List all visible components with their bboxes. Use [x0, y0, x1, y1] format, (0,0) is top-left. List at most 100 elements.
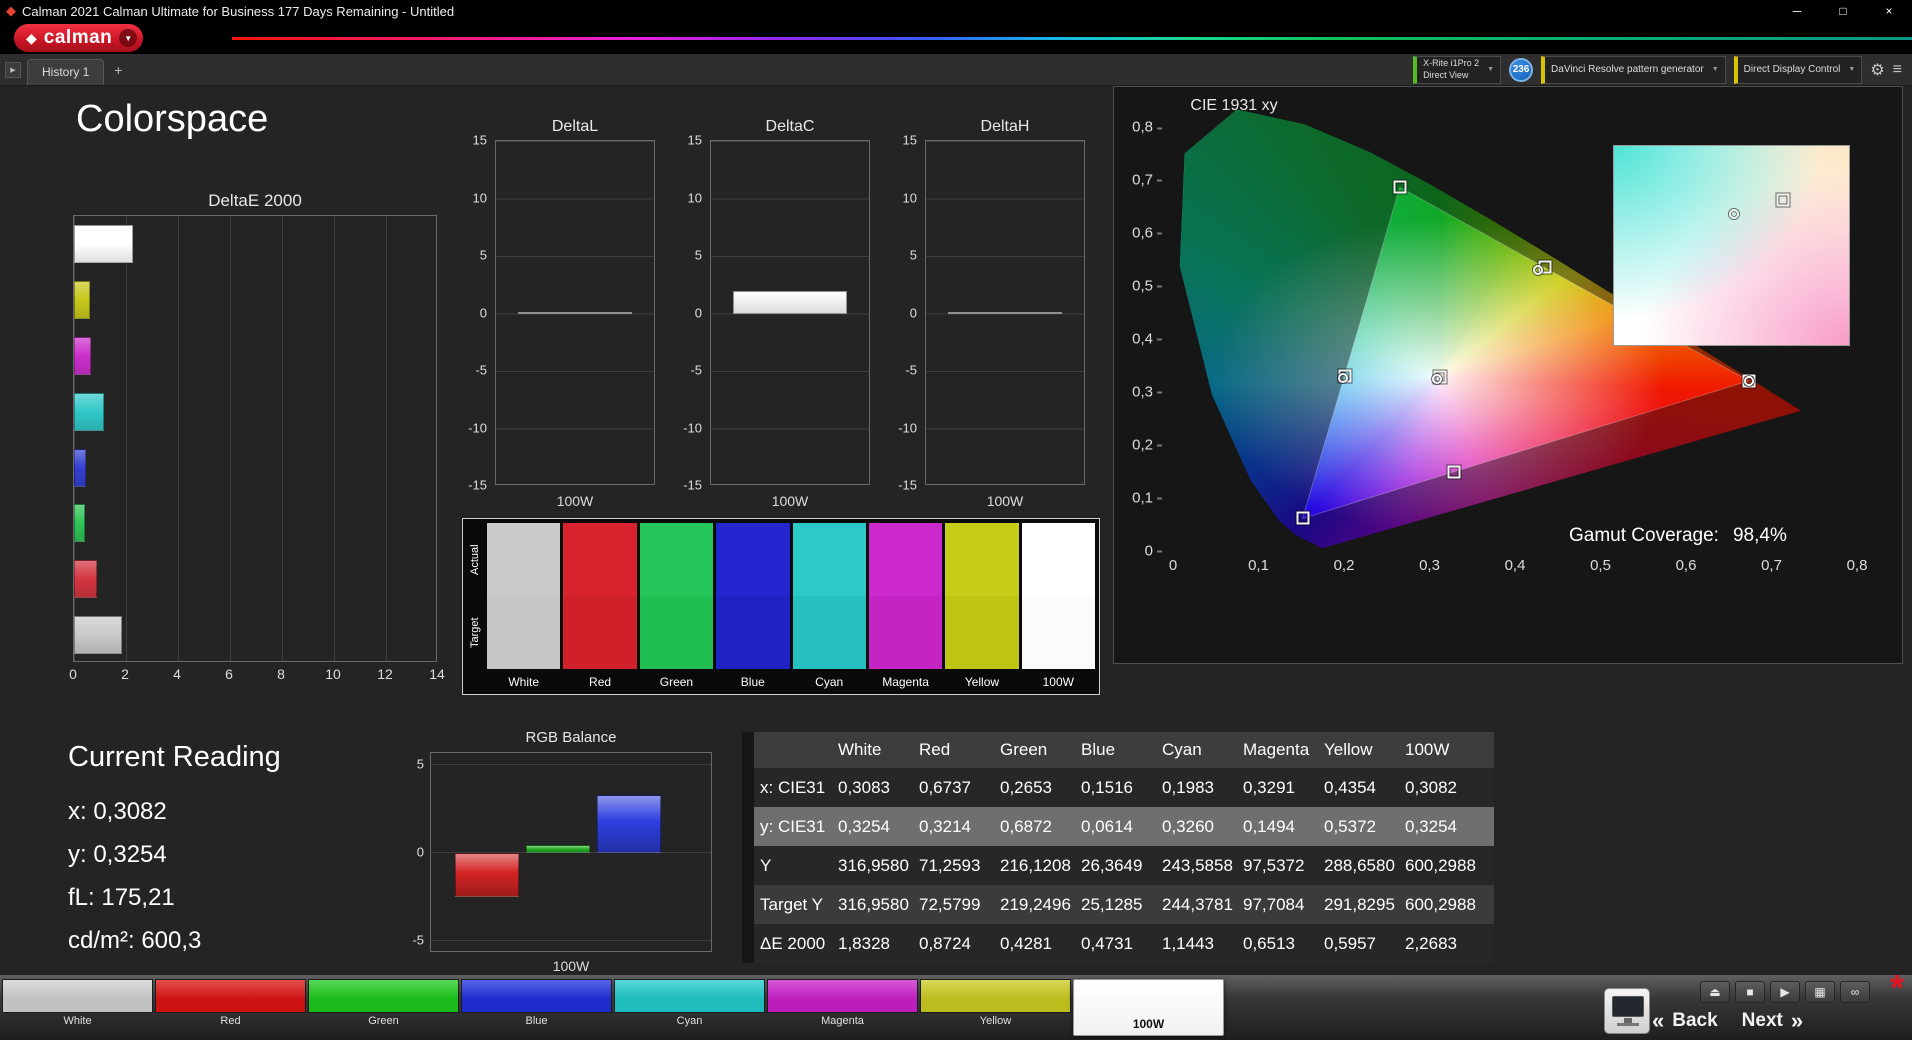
cie-ytick-0: 0,8 [1132, 119, 1162, 136]
save-button[interactable]: ▦ [1805, 981, 1835, 1003]
swatch-magenta [868, 523, 943, 669]
ytick-15: 15 [687, 132, 702, 148]
ytick-10: 10 [902, 190, 917, 205]
table-cell: 288,6580 [1324, 855, 1395, 875]
ytick--5: -5 [905, 362, 917, 378]
next-button[interactable]: Next » [1742, 1008, 1803, 1034]
tab-history-1[interactable]: History 1 [27, 59, 105, 85]
cie-ytick-5: 0,3 [1132, 384, 1162, 401]
pattern-patch-red[interactable]: Red [155, 979, 306, 1027]
alert-asterisk-icon[interactable]: * [1890, 970, 1904, 1006]
table-cell: 0,4354 [1324, 777, 1376, 797]
calman-brand-label: calman [43, 26, 113, 48]
table-row-label: x: CIE31 [760, 777, 826, 797]
play-button[interactable]: ▶ [1770, 981, 1800, 1003]
table-row-label: ΔE 2000 [760, 933, 826, 953]
swatch-actual [563, 523, 637, 596]
maximize-button[interactable]: □ [1820, 0, 1866, 22]
title-bar: ◆ Calman 2021 Calman Ultimate for Busine… [0, 0, 1912, 22]
pattern-patch-green[interactable]: Green [308, 979, 459, 1027]
pattern-patch-yellow[interactable]: Yellow [920, 979, 1071, 1027]
ytick-10: 10 [687, 190, 702, 205]
swatch-label: Magenta [882, 675, 929, 689]
swatch-row-labels: Actual Target [465, 523, 485, 669]
ytick--15: -15 [468, 477, 487, 493]
cie-xtick-3: 0,3 [1419, 557, 1440, 574]
tab-scroll-button[interactable]: ▶ [5, 61, 21, 78]
table-cell: 97,7084 [1243, 894, 1305, 914]
table-row-label: Y [760, 855, 772, 875]
ytick--10: -10 [468, 420, 487, 435]
transport-controls: ⏏ ■ ▶ ▦ ∞ [1700, 981, 1870, 1003]
meter-selector[interactable]: X-Rite i1Pro 2 Direct View ▼ [1413, 55, 1502, 84]
ytick-0: 0 [909, 305, 917, 320]
table-cell: 316,9580 [838, 855, 909, 875]
ytick-0: 0 [694, 305, 702, 320]
swatch-label: White [508, 675, 540, 689]
reading-x: x: 0,3082 [68, 798, 167, 825]
table-gutter [742, 732, 754, 768]
display-control-selector[interactable]: Direct Display Control ▼ [1733, 55, 1863, 84]
pattern-patch-cyan[interactable]: Cyan [614, 979, 765, 1027]
pattern-patch-magenta[interactable]: Magenta [767, 979, 918, 1027]
back-button[interactable]: « Back [1652, 1008, 1718, 1034]
rgb-balance-chart [430, 752, 712, 952]
table-cell: 316,9580 [838, 894, 909, 914]
stop-button[interactable]: ■ [1735, 981, 1765, 1003]
cie-xtick-4: 0,4 [1504, 557, 1526, 574]
add-tab-button[interactable]: + [108, 62, 128, 78]
eject-button[interactable]: ⏏ [1700, 981, 1730, 1003]
swatch-target [716, 596, 790, 669]
table-cell: 71,2593 [919, 855, 981, 875]
menu-button[interactable]: ≡ [1893, 61, 1902, 79]
table-cell: 219,2496 [1000, 894, 1071, 914]
display-control-label: Direct Display Control [1743, 64, 1841, 75]
y-axis-deltah: 15 10 5 0 -5 -10 -15 [883, 133, 919, 493]
monitor-icon [1612, 996, 1644, 1017]
table-cell: 2,2683 [1405, 933, 1457, 953]
pattern-patch-blue[interactable]: Blue [461, 979, 612, 1027]
swatch-target [945, 596, 1019, 669]
meter-count-badge: 236 [1509, 57, 1534, 82]
swatch-column-labels: White Red Green Blue Cyan Magenta Yellow 100W [487, 675, 1095, 689]
minimize-button[interactable]: ─ [1774, 0, 1820, 22]
settings-gear-button[interactable]: ⚙ [1870, 60, 1884, 80]
back-chevron-icon: « [1652, 1008, 1665, 1033]
table-cell: 0,6737 [919, 777, 971, 797]
gamut-coverage-readout: Gamut Coverage: 98,4% [1569, 525, 1787, 547]
ytick--15: -15 [898, 477, 917, 493]
close-button[interactable]: × [1866, 0, 1912, 22]
calman-diamond-icon: ◆ [26, 29, 37, 46]
ytick--10: -10 [683, 420, 702, 435]
cie-ytick-8: 0 [1145, 543, 1162, 560]
table-cell: 0,6513 [1243, 933, 1295, 953]
patch-label: Red [220, 1015, 241, 1027]
cie-ytick-6: 0,2 [1132, 437, 1162, 454]
cie-xtick-1: 0,1 [1248, 557, 1269, 574]
patch-label: Magenta [821, 1015, 864, 1027]
loop-button[interactable]: ∞ [1840, 981, 1870, 1003]
swatch-actual [639, 523, 714, 596]
pattern-generator-selector[interactable]: DaVinci Resolve pattern generator ▼ [1541, 55, 1726, 84]
swatch-actual [716, 523, 790, 596]
calman-logo-menu[interactable]: ◆ calman ▼ [14, 24, 144, 52]
chart-title-deltah: DeltaH [980, 118, 1030, 135]
rgb-ytick-0: 0 [416, 844, 424, 860]
table-header-green: Green [1000, 740, 1048, 759]
deltal-bar [518, 312, 632, 314]
table-cell: 0,3214 [919, 816, 971, 836]
display-window-button[interactable] [1604, 988, 1650, 1034]
meter-mode: Direct View [1423, 69, 1469, 80]
swatch-target [487, 596, 561, 669]
ytick-5: 5 [909, 247, 917, 263]
patch-color [155, 979, 306, 1013]
calman-app-window: ◆ Calman 2021 Calman Ultimate for Busine… [0, 0, 1912, 1040]
patch-color [920, 979, 1071, 1013]
cie-marker-circle [1533, 265, 1544, 276]
pattern-patch-white[interactable]: White [2, 979, 153, 1027]
table-cell: 0,1983 [1162, 777, 1214, 797]
table-cell: 1,8328 [838, 933, 890, 953]
table-cell: 0,8724 [919, 933, 971, 953]
pattern-patch-100w[interactable]: 100W [1073, 979, 1224, 1036]
table-cell: 600,2988 [1405, 855, 1476, 875]
